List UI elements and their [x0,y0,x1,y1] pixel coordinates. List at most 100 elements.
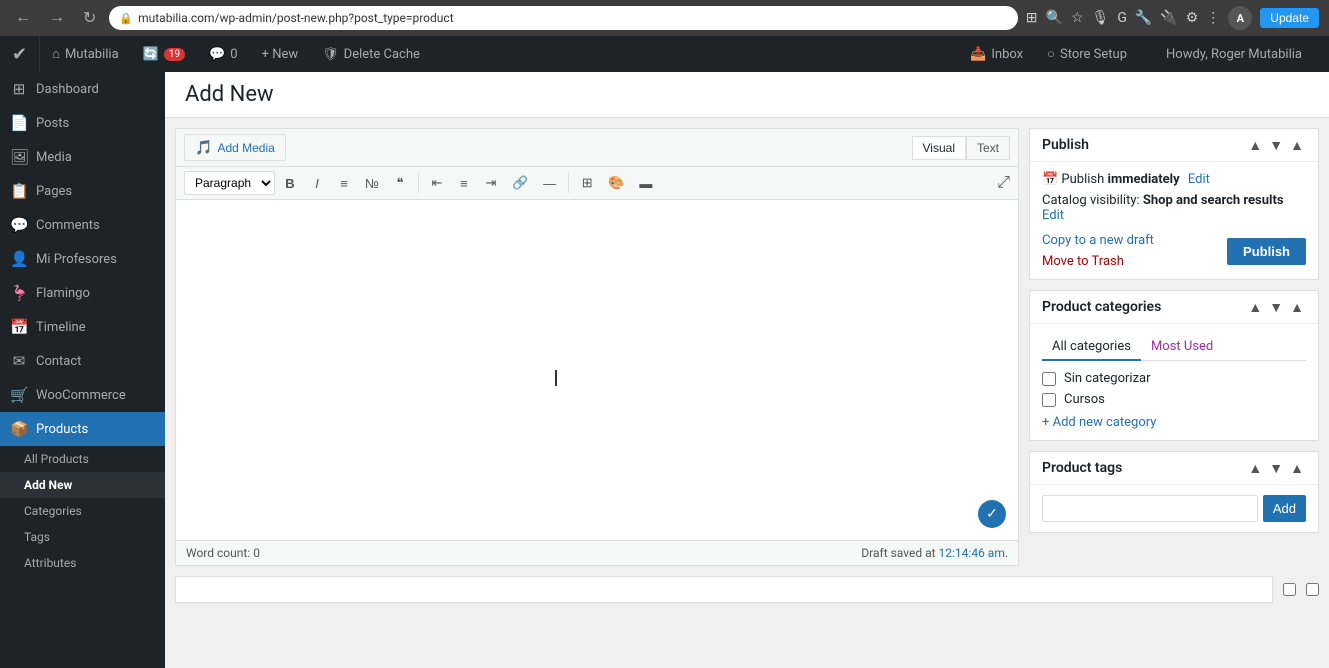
howdy-item[interactable]: Howdy, Roger Mutabilia [1139,36,1329,72]
pages-icon: 📋 [10,182,28,200]
admin-bar-updates[interactable]: 🔄 19 [131,36,197,72]
sidebar-item-tags[interactable]: Tags [0,524,165,550]
update-button[interactable]: Update [1260,8,1319,28]
back-button[interactable]: ← [10,7,36,29]
sidebar-item-contact[interactable]: ✉ Contact [0,344,165,378]
add-category-link[interactable]: + Add new category [1042,415,1306,430]
flamingo-icon: 🦩 [10,284,28,302]
wp-logo[interactable]: ✔ [0,36,40,72]
publish-collapse-down[interactable]: ▼ [1267,137,1285,153]
catalog-edit-link[interactable]: Edit [1042,208,1064,223]
sidebar-label-flamingo: Flamingo [36,286,90,301]
admin-bar-new[interactable]: + New [250,36,311,72]
extensions-icon[interactable]: ⊞ [1026,10,1038,26]
dashboard-icon: ⊞ [10,80,28,98]
add-tag-button[interactable]: Add [1263,495,1306,522]
tags-input[interactable] [1042,495,1258,522]
categories-collapse-up[interactable]: ▲ [1246,299,1264,315]
tags-panel: Product tags ▲ ▼ ▲ Add [1029,451,1319,533]
lock-icon: 🔒 [119,12,133,25]
bottom-input-1[interactable] [175,576,1273,603]
most-used-tab[interactable]: Most Used [1141,334,1223,361]
publish-collapse-up[interactable]: ▲ [1246,137,1264,153]
sidebar-label-contact: Contact [36,354,81,369]
star-icon[interactable]: ☆ [1071,10,1084,26]
sidebar-label-add-new: Add New [24,478,72,492]
address-bar[interactable]: 🔒 mutabilia.com/wp-admin/post-new.php?po… [109,6,1017,30]
publish-toggle[interactable]: ▲ [1288,137,1306,153]
sidebar-item-comments[interactable]: 💬 Comments [0,208,165,242]
sidebar-item-media[interactable]: 🖼 Media [0,140,165,174]
menu-icon[interactable]: ⋮ [1206,10,1220,26]
move-trash-link[interactable]: Move to Trash [1042,254,1124,269]
ext1-icon[interactable]: 🔧 [1135,10,1152,26]
sidebar-item-dashboard[interactable]: ⊞ Dashboard [0,72,165,106]
ext2-icon[interactable]: 🔌 [1160,10,1177,26]
ext3-icon[interactable]: ⚙ [1186,10,1199,26]
sidebar-item-pages[interactable]: 📋 Pages [0,174,165,208]
grammarly-icon[interactable]: G [1117,10,1127,26]
sidebar-item-posts[interactable]: 📄 Posts [0,106,165,140]
align-center-button[interactable]: ≡ [452,172,476,195]
sidebar-item-products[interactable]: 📦 Products [0,412,165,446]
publish-edit-link[interactable]: Edit [1188,172,1210,187]
category-checkbox-sin-categorizar[interactable] [1042,372,1056,386]
sidebar-item-mi-profesores[interactable]: 👤 Mi Profesores [0,242,165,276]
editor-body[interactable]: ✓ [176,200,1018,540]
tags-collapse-down[interactable]: ▼ [1267,460,1285,476]
media-button[interactable]: ▬ [633,172,658,195]
paragraph-select[interactable]: Paragraph [184,171,275,195]
align-right-button[interactable]: ⇥ [479,171,503,195]
sidebar-item-woocommerce[interactable]: 🛒 WooCommerce [0,378,165,412]
admin-bar-comments[interactable]: 💬 0 [197,36,250,72]
category-checkbox-cursos[interactable] [1042,393,1056,407]
tags-collapse-up[interactable]: ▲ [1246,460,1264,476]
admin-bar-site[interactable]: ⌂ Mutabilia [40,36,131,72]
bottom-checkbox-1[interactable] [1283,583,1296,596]
store-setup-item[interactable]: ○ Store Setup [1035,36,1139,72]
ordered-list-button[interactable]: № [359,172,385,195]
admin-bar-cache[interactable]: 🛡 Delete Cache [310,36,432,72]
copy-draft-link[interactable]: Copy to a new draft [1042,233,1154,248]
color-button[interactable]: 🎨 [602,171,630,195]
category-label-cursos: Cursos [1064,392,1105,407]
categories-toggle[interactable]: ▲ [1288,299,1306,315]
search-icon[interactable]: 🔍 [1046,10,1063,26]
visual-tab[interactable]: Visual [912,136,966,160]
mic-icon[interactable]: 🎙 [1092,10,1110,26]
link-button[interactable]: 🔗 [506,171,534,195]
main-content: Add New 🎵 Add Media Visual Text [165,72,1329,668]
expand-button[interactable]: ⤢ [997,174,1010,192]
sidebar-item-all-products[interactable]: All Products [0,446,165,472]
sidebar-item-timeline[interactable]: 📅 Timeline [0,310,165,344]
forward-button[interactable]: → [44,7,70,29]
table-button[interactable]: ⊞ [575,171,599,195]
tags-toggle[interactable]: ▲ [1288,460,1306,476]
inbox-item[interactable]: 📥 Inbox [958,36,1035,72]
italic-button[interactable]: I [305,172,329,195]
publish-left-actions: Copy to a new draft Move to Trash [1042,233,1154,269]
sidebar-label-products: Products [36,422,88,437]
publish-button[interactable]: Publish [1227,238,1306,265]
all-categories-tab[interactable]: All categories [1042,334,1141,361]
reload-button[interactable]: ↻ [78,6,101,30]
align-left-button[interactable]: ⇤ [425,171,449,195]
bold-button[interactable]: B [278,172,302,195]
cache-icon: 🛡 [322,47,339,62]
sidebar-item-add-new[interactable]: Add New [0,472,165,498]
sidebar-item-categories[interactable]: Categories [0,498,165,524]
blockquote-button[interactable]: ❝ [388,171,412,195]
sidebar-item-attributes[interactable]: Attributes [0,550,165,576]
content-area: 🎵 Add Media Visual Text Paragraph B I [165,118,1329,576]
more-button[interactable]: — [537,172,562,195]
tags-panel-controls: ▲ ▼ ▲ [1246,460,1306,476]
avatar[interactable]: A [1228,6,1252,30]
text-tab[interactable]: Text [966,136,1010,160]
categories-collapse-down[interactable]: ▼ [1267,299,1285,315]
sidebar-item-flamingo[interactable]: 🦩 Flamingo [0,276,165,310]
categories-panel-header: Product categories ▲ ▼ ▲ [1030,291,1318,324]
draft-time-link[interactable]: 12:14:46 am. [939,546,1008,560]
add-media-button[interactable]: 🎵 Add Media [184,134,286,161]
unordered-list-button[interactable]: ≡ [332,172,356,195]
bottom-checkbox-2[interactable] [1306,583,1319,596]
